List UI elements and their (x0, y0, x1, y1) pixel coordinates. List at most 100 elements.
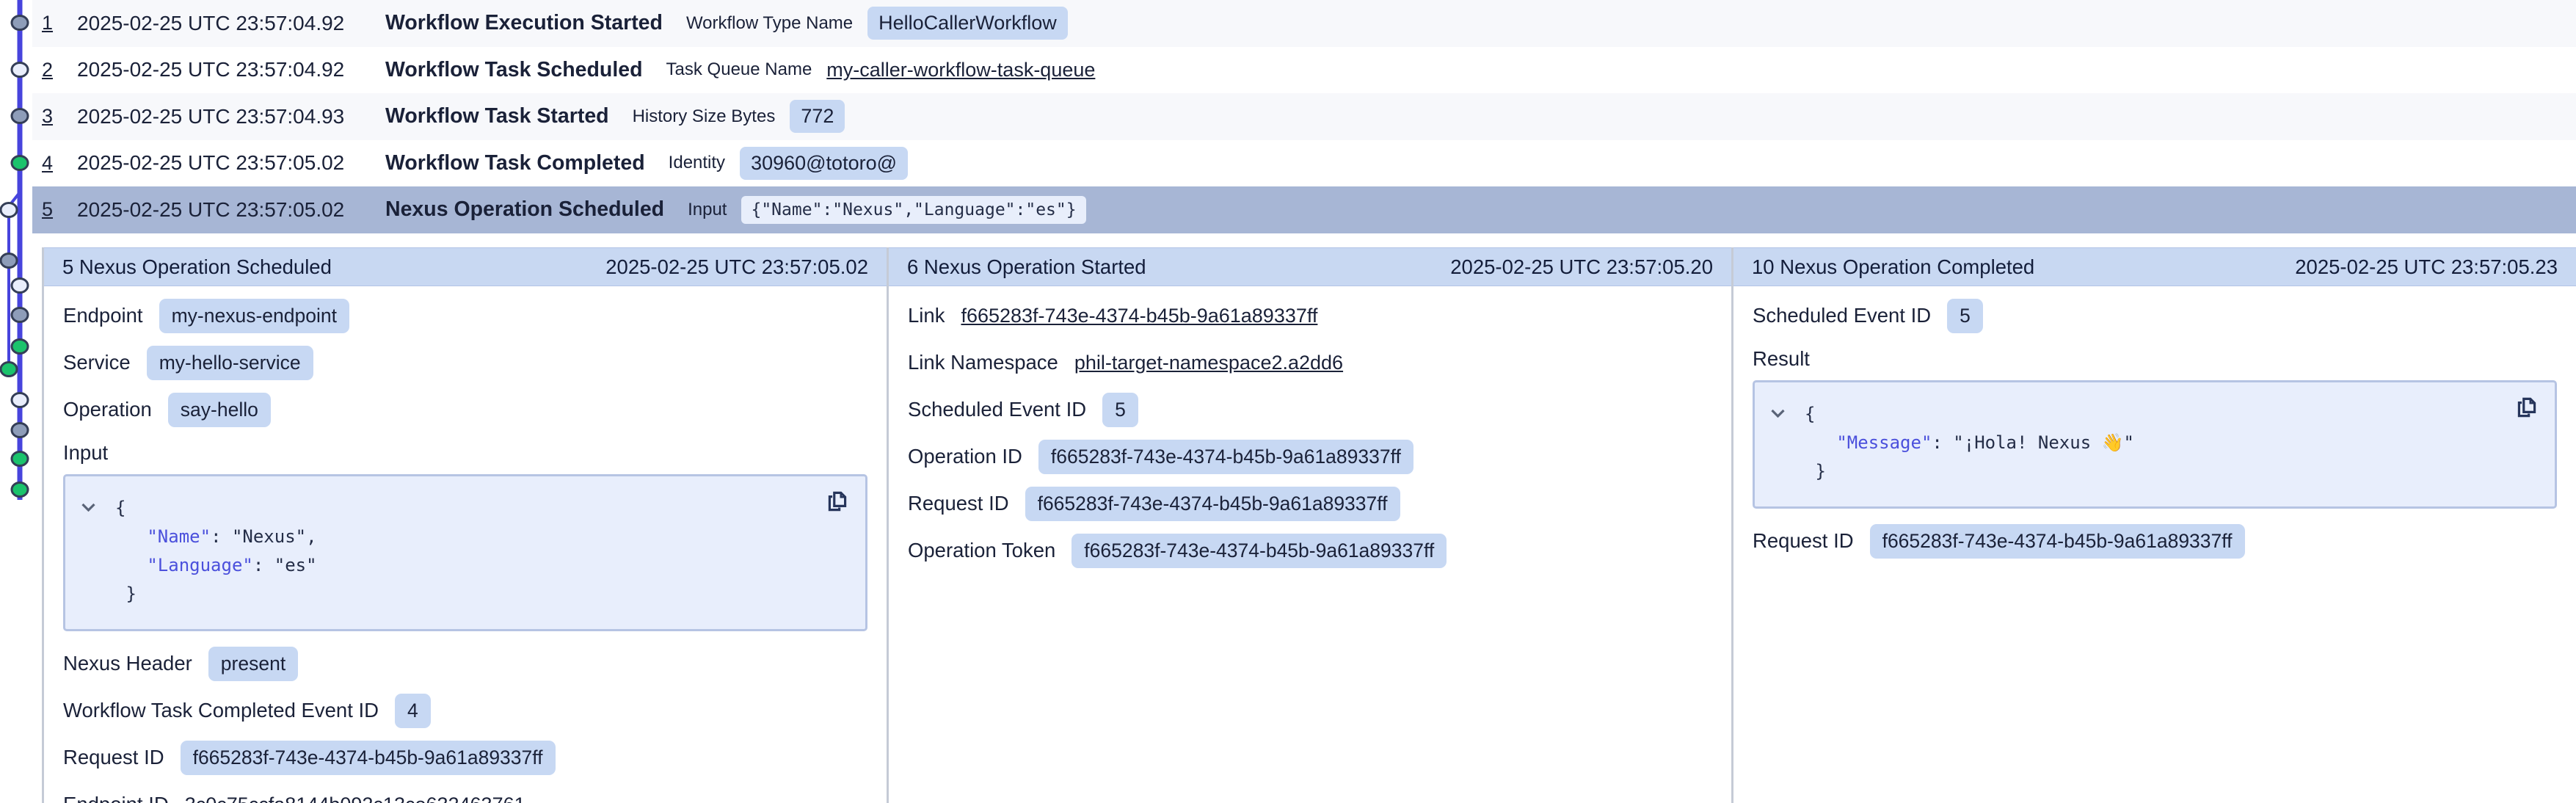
detail-field: Scheduled Event ID 5 (1753, 292, 2557, 339)
detail-field: Request ID f665283f-743e-4374-b45b-9a61a… (1753, 517, 2557, 564)
code-section-label: Input (63, 440, 867, 465)
panel-header: 5 Nexus Operation Scheduled 2025-02-25 U… (44, 247, 887, 286)
detail-field: Operation ID f665283f-743e-4374-b45b-9a6… (908, 433, 1712, 480)
event-id-link[interactable]: 1 (42, 12, 77, 34)
timeline-dot-green (1, 363, 17, 377)
panel-body: Endpoint my-nexus-endpoint Service my-he… (44, 286, 887, 803)
event-row[interactable]: 1 2025-02-25 UTC 23:57:04.92 Workflow Ex… (32, 0, 2576, 47)
detail-field: Request ID f665283f-743e-4374-b45b-9a61a… (63, 734, 867, 781)
event-detail-label: Task Queue Name (666, 59, 812, 80)
event-detail-value: {"Name":"Nexus","Language":"es"} (741, 196, 1085, 224)
copy-icon[interactable] (2514, 394, 2540, 421)
field-value: f665283f-743e-4374-b45b-9a61a89337ff (1071, 534, 1447, 568)
field-label: Request ID (63, 746, 164, 769)
field-value: f665283f-743e-4374-b45b-9a61a89337ff (1038, 440, 1413, 474)
timeline-dot-light (12, 63, 28, 77)
event-timeline (0, 0, 42, 803)
json-code: { "Message": "¡Hola! Nexus 👋" } (1805, 400, 2496, 486)
timeline-dot-light (12, 279, 28, 293)
event-detail-panel: 6 Nexus Operation Started 2025-02-25 UTC… (887, 247, 1731, 803)
event-row[interactable]: 3 2025-02-25 UTC 23:57:04.93 Workflow Ta… (32, 93, 2576, 140)
field-value: say-hello (168, 393, 271, 427)
detail-field: Endpoint my-nexus-endpoint (63, 292, 867, 339)
json-code-line: "Name": "Nexus", (115, 523, 807, 551)
field-label: Request ID (1753, 529, 1854, 553)
temporal-event-history-screen: 1 2025-02-25 UTC 23:57:04.92 Workflow Ex… (0, 0, 2576, 803)
panel-header: 10 Nexus Operation Completed 2025-02-25 … (1733, 247, 2576, 286)
timeline-dot-green (12, 452, 28, 466)
field-label: Operation (63, 398, 152, 421)
panel-timestamp: 2025-02-25 UTC 23:57:05.02 (605, 255, 868, 279)
event-id-link[interactable]: 2 (42, 59, 77, 81)
chevron-down-icon[interactable] (81, 503, 95, 512)
timeline-dot-green (12, 340, 28, 354)
field-label: Scheduled Event ID (908, 398, 1086, 421)
timeline-dot-green (12, 483, 28, 497)
detail-field: Endpoint ID 3c0c75ccfa8144b092c13ce63246… (63, 781, 867, 803)
field-value: 4 (395, 694, 431, 728)
panel-body: Link f665283f-743e-4374-b45b-9a61a89337f… (889, 286, 1731, 574)
field-label: Operation Token (908, 539, 1055, 562)
event-id-link[interactable]: 4 (42, 152, 77, 175)
panel-title: 5 Nexus Operation Scheduled (62, 255, 332, 279)
detail-field: Operation Token f665283f-743e-4374-b45b-… (908, 527, 1712, 574)
field-label: Link Namespace (908, 351, 1058, 374)
event-row[interactable]: 4 2025-02-25 UTC 23:57:05.02 Workflow Ta… (32, 140, 2576, 187)
json-code: { "Name": "Nexus", "Language": "es" } (115, 494, 807, 608)
event-detail-label: Input (688, 200, 727, 220)
json-code-line: "Language": "es" (115, 551, 807, 580)
event-name: Nexus Operation Scheduled (385, 197, 664, 222)
event-name: Workflow Task Completed (385, 151, 645, 175)
field-value: present (208, 647, 298, 681)
event-id-link[interactable]: 3 (42, 105, 77, 128)
event-detail-value: 772 (790, 100, 845, 133)
field-label: Workflow Task Completed Event ID (63, 699, 379, 722)
panel-title: 6 Nexus Operation Started (907, 255, 1146, 279)
field-value: 5 (1102, 393, 1138, 427)
copy-icon[interactable] (824, 488, 851, 515)
panel-timestamp: 2025-02-25 UTC 23:57:05.23 (2295, 255, 2558, 279)
field-value: f665283f-743e-4374-b45b-9a61a89337ff (1870, 524, 2245, 559)
event-rows: 1 2025-02-25 UTC 23:57:04.92 Workflow Ex… (32, 0, 2576, 233)
event-name: Workflow Task Scheduled (385, 58, 643, 82)
panel-body: Scheduled Event ID 5 Result { "Message":… (1733, 286, 2576, 564)
event-time: 2025-02-25 UTC 23:57:04.92 (77, 58, 385, 81)
timeline-dot-light (12, 393, 28, 407)
chevron-down-icon[interactable] (1771, 409, 1785, 418)
event-row[interactable]: 2 2025-02-25 UTC 23:57:04.92 Workflow Ta… (32, 47, 2576, 94)
panel-timestamp: 2025-02-25 UTC 23:57:05.20 (1450, 255, 1713, 279)
json-code-line: { (1805, 400, 2496, 429)
event-detail-panel: 5 Nexus Operation Scheduled 2025-02-25 U… (42, 247, 887, 803)
field-value: f665283f-743e-4374-b45b-9a61a89337ff (181, 741, 556, 775)
detail-field: Scheduled Event ID 5 (908, 386, 1712, 433)
code-section: Input { "Name": "Nexus", "Language": "es… (63, 440, 867, 631)
event-detail-label: Workflow Type Name (686, 13, 853, 34)
field-link[interactable]: f665283f-743e-4374-b45b-9a61a89337ff (961, 305, 1317, 327)
json-code-line: } (115, 580, 807, 608)
event-row[interactable]: 5 2025-02-25 UTC 23:57:05.02 Nexus Opera… (32, 186, 2576, 233)
field-label: Endpoint (63, 304, 143, 327)
json-code-block: { "Message": "¡Hola! Nexus 👋" } (1753, 380, 2557, 509)
event-detail-label: History Size Bytes (633, 106, 776, 127)
panel-header: 6 Nexus Operation Started 2025-02-25 UTC… (889, 247, 1731, 286)
timeline-dot-light (1, 203, 17, 217)
code-section-label: Result (1753, 346, 2557, 371)
json-code-line: { (115, 494, 807, 523)
event-detail-label: Identity (669, 153, 725, 173)
field-link[interactable]: phil-target-namespace2.a2dd6 (1074, 352, 1343, 374)
timeline-dot-gray (12, 109, 28, 123)
detail-field: Link Namespace phil-target-namespace2.a2… (908, 339, 1712, 386)
field-label: Service (63, 351, 131, 374)
event-detail-panel: 10 Nexus Operation Completed 2025-02-25 … (1731, 247, 2576, 803)
detail-field: Operation say-hello (63, 386, 867, 433)
field-label: Scheduled Event ID (1753, 304, 1931, 327)
event-id-link[interactable]: 5 (42, 198, 77, 221)
event-detail-value: HelloCallerWorkflow (867, 7, 1068, 40)
event-detail-link[interactable]: my-caller-workflow-task-queue (826, 59, 1095, 81)
field-value: my-nexus-endpoint (159, 299, 349, 333)
field-value: my-hello-service (147, 346, 313, 380)
json-code-line: } (1805, 457, 2496, 486)
code-section: Result { "Message": "¡Hola! Nexus 👋" } (1753, 346, 2557, 509)
json-code-block: { "Name": "Nexus", "Language": "es" } (63, 474, 867, 631)
field-link[interactable]: 3c0c75ccfa8144b092c13ce632463761 (185, 793, 525, 803)
